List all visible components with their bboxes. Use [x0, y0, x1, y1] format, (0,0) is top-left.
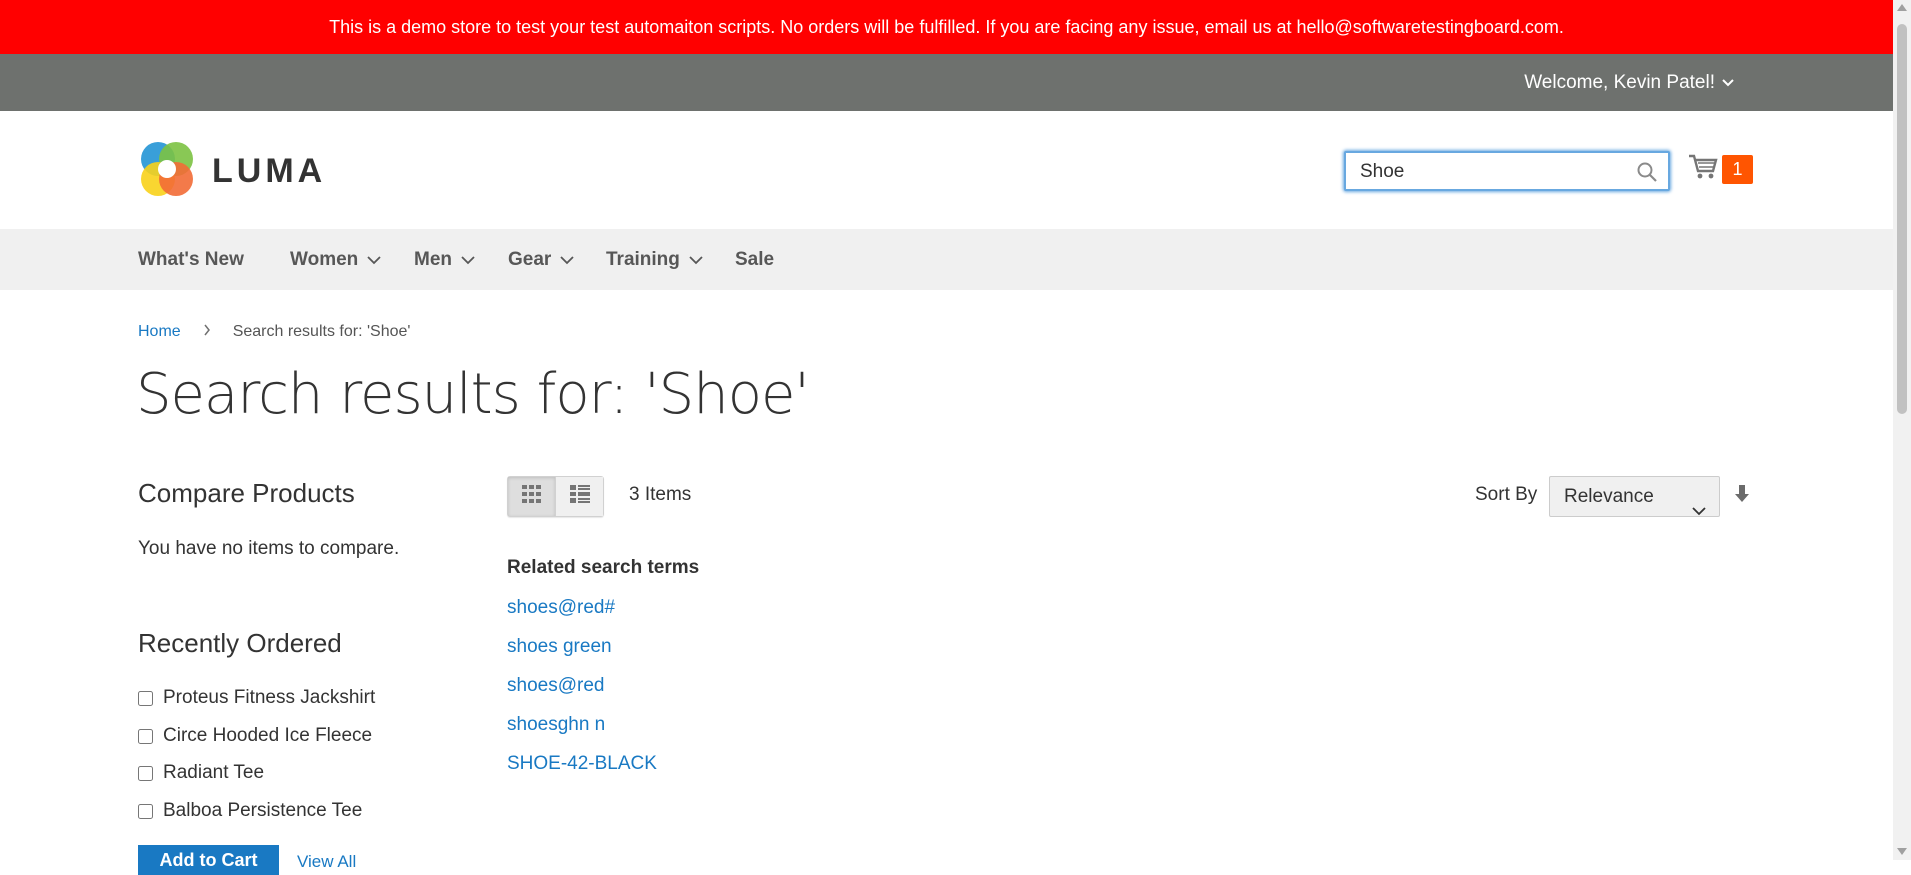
- recently-ordered-checkbox[interactable]: [138, 765, 153, 781]
- recently-ordered-label: Proteus Fitness Jackshirt: [163, 687, 376, 708]
- search-icon[interactable]: [1636, 161, 1658, 188]
- demo-notice-banner: This is a demo store to test your test a…: [0, 0, 1893, 54]
- cart-count-badge: 1: [1722, 155, 1753, 184]
- sort-by-label: Sort By: [1475, 484, 1538, 505]
- luma-logo[interactable]: LUMA: [138, 140, 326, 203]
- nav-item-training[interactable]: Training: [606, 229, 704, 290]
- search-box: [1344, 151, 1670, 191]
- list-mode-button[interactable]: [555, 477, 603, 516]
- related-term-link[interactable]: shoes@red#: [507, 597, 615, 619]
- recently-ordered-title: Recently Ordered: [138, 628, 342, 658]
- chevron-down-icon: [559, 229, 575, 290]
- recently-ordered-checkbox[interactable]: [138, 690, 153, 706]
- related-term-link[interactable]: shoes@red: [507, 675, 604, 697]
- nav-label: What's New: [138, 249, 244, 270]
- breadcrumb: Home Search results for: 'Shoe': [138, 323, 410, 341]
- recently-ordered-checkbox[interactable]: [138, 728, 153, 744]
- minicart-button[interactable]: 1: [1688, 153, 1753, 186]
- related-search-terms-title: Related search terms: [507, 557, 700, 578]
- grid-mode-button[interactable]: [508, 477, 555, 516]
- add-to-cart-button[interactable]: Add to Cart: [138, 845, 279, 875]
- sort-by-select[interactable]: Relevance: [1549, 476, 1720, 517]
- compare-empty-text: You have no items to compare.: [138, 538, 400, 559]
- search-input[interactable]: [1358, 153, 1622, 191]
- related-term-link[interactable]: shoesghn n: [507, 714, 605, 736]
- grid-icon: [521, 485, 542, 508]
- nav-label: Gear: [508, 249, 552, 270]
- nav-item-women[interactable]: Women: [290, 229, 382, 290]
- top-bar: Welcome, Kevin Patel!: [0, 54, 1893, 111]
- toolbar-item-count: 3 Items: [629, 484, 692, 505]
- sort-by-value: Relevance: [1564, 486, 1654, 507]
- view-mode-switcher: [507, 476, 604, 517]
- page-scrollbar[interactable]: [1893, 0, 1911, 860]
- page-title: Search results for: 'Shoe': [136, 362, 810, 427]
- scrollbar-thumb[interactable]: [1897, 24, 1907, 414]
- list-icon: [569, 485, 590, 508]
- scroll-down-arrow-icon[interactable]: [1897, 848, 1907, 855]
- nav-label: Men: [414, 249, 452, 270]
- nav-label: Sale: [735, 249, 775, 270]
- recently-ordered-checkbox[interactable]: [138, 803, 153, 819]
- recently-ordered-label: Radiant Tee: [163, 762, 265, 783]
- welcome-text: Welcome, Kevin Patel!: [1524, 72, 1715, 93]
- chevron-right-icon: [203, 323, 211, 341]
- related-term-link[interactable]: SHOE-42-BLACK: [507, 753, 657, 775]
- view-all-link[interactable]: View All: [297, 852, 356, 872]
- recently-ordered-label: Balboa Persistence Tee: [163, 800, 363, 821]
- scroll-up-arrow-icon[interactable]: [1897, 4, 1907, 11]
- demo-notice-text: This is a demo store to test your test a…: [329, 17, 1564, 37]
- recently-ordered-item[interactable]: Circe Hooded Ice Fleece: [138, 725, 372, 747]
- recently-ordered-label: Circe Hooded Ice Fleece: [163, 725, 373, 746]
- breadcrumb-current: Search results for: 'Shoe': [232, 323, 411, 340]
- luma-logo-icon: [138, 140, 196, 203]
- sort-direction-button[interactable]: [1734, 484, 1750, 509]
- nav-item-whats-new[interactable]: What's New: [138, 229, 244, 290]
- cart-icon: [1688, 153, 1718, 186]
- nav-item-gear[interactable]: Gear: [508, 229, 575, 290]
- recently-ordered-item[interactable]: Radiant Tee: [138, 762, 264, 784]
- nav-label: Women: [290, 249, 359, 270]
- related-term-link[interactable]: shoes green: [507, 636, 612, 658]
- breadcrumb-home-link[interactable]: Home: [138, 323, 181, 341]
- customer-menu-toggle[interactable]: Welcome, Kevin Patel!: [1524, 54, 1735, 111]
- chevron-down-icon: [1721, 54, 1735, 111]
- chevron-down-icon: [688, 229, 704, 290]
- logo-text: LUMA: [212, 152, 327, 190]
- chevron-down-icon: [460, 229, 476, 290]
- compare-products-title: Compare Products: [138, 478, 355, 508]
- recently-ordered-item[interactable]: Balboa Persistence Tee: [138, 800, 362, 822]
- nav-item-sale[interactable]: Sale: [735, 229, 774, 290]
- chevron-down-icon: [366, 229, 382, 290]
- recently-ordered-item[interactable]: Proteus Fitness Jackshirt: [138, 687, 375, 709]
- page-header: LUMA 1: [0, 111, 1893, 229]
- main-navigation: What's New Women Men Gear Training Sale: [0, 229, 1893, 290]
- chevron-down-icon: [1691, 491, 1707, 530]
- nav-label: Training: [606, 249, 680, 270]
- arrow-down-icon: [1734, 485, 1750, 508]
- nav-item-men[interactable]: Men: [414, 229, 476, 290]
